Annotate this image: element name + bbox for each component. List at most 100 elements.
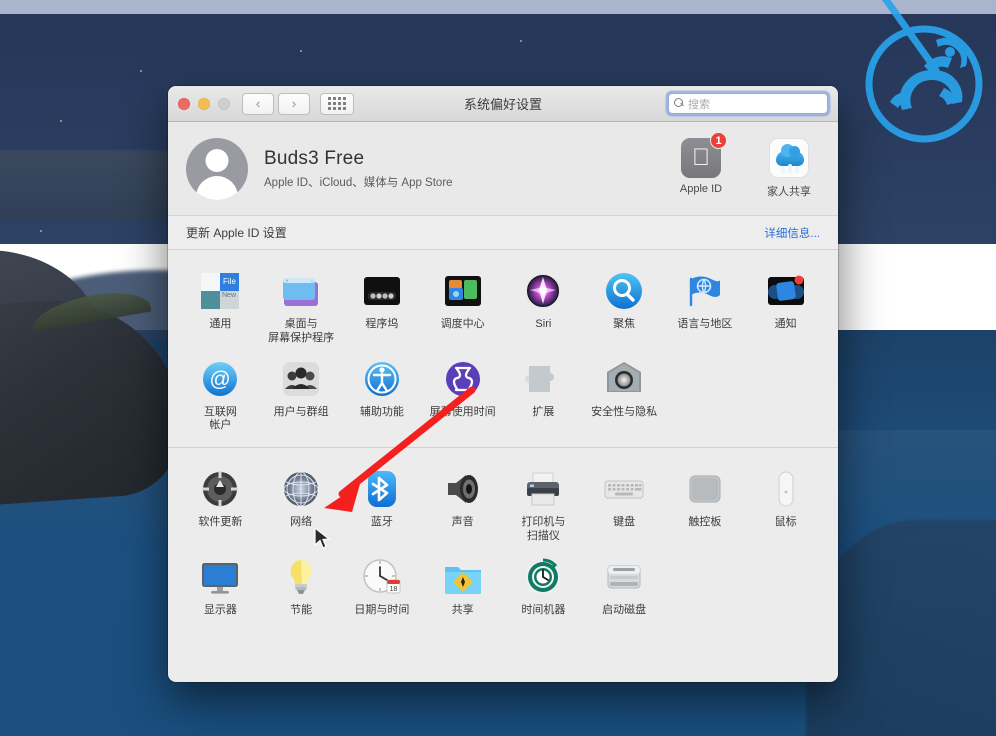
pref-pane-label: 共享	[451, 603, 474, 616]
desktop-screensaver-icon	[280, 270, 322, 312]
account-shortcuts:  1 Apple ID 家人共享	[670, 132, 820, 199]
trackpad-icon	[684, 468, 726, 510]
search-icon	[674, 98, 685, 109]
apple-id-icon:  1	[681, 132, 727, 178]
pref-pane-label: 程序坞	[365, 318, 399, 330]
general-icon: File New	[199, 270, 241, 312]
pref-pane-label: 调度中心	[440, 318, 485, 330]
pref-pane-users-groups[interactable]: 用户与群组	[261, 352, 342, 434]
search-field[interactable]: 搜索	[668, 93, 828, 114]
pref-family-sharing[interactable]: 家人共享	[758, 138, 820, 199]
startup-disk-icon	[603, 556, 645, 598]
family-sharing-icon	[769, 138, 809, 178]
pref-pane-internet-accounts[interactable]: @ 互联网 帐户	[180, 352, 261, 434]
pref-pane-security-privacy[interactable]: 安全性与隐私	[584, 352, 665, 434]
pref-pane-notifications[interactable]: 通知	[745, 264, 826, 346]
pref-pane-energy-saver[interactable]: 节能	[261, 550, 342, 630]
software-update-icon	[199, 468, 241, 510]
pref-pane-bluetooth[interactable]: 蓝牙	[342, 462, 423, 544]
pref-pane-dock[interactable]: 程序坞	[342, 264, 423, 346]
show-all-grid-button[interactable]	[320, 92, 354, 115]
pref-pane-label: 日期与时间	[354, 603, 410, 616]
svg-text:File: File	[223, 277, 236, 286]
network-icon	[280, 468, 322, 510]
pref-pane-network[interactable]: 网络	[261, 462, 342, 544]
pref-pane-label: 节能	[290, 603, 313, 616]
pref-family-sharing-label: 家人共享	[767, 186, 811, 198]
date-time-icon: 18	[361, 556, 403, 598]
accessibility-icon	[361, 358, 403, 400]
pref-pane-label: 互联网 帐户	[203, 405, 237, 432]
minimize-button[interactable]	[198, 97, 210, 110]
pref-pane-label: 屏幕使用时间	[429, 405, 496, 418]
pref-pane-label: 语言与地区	[677, 318, 733, 330]
svg-text:@: @	[210, 368, 231, 391]
pref-pane-startup-disk[interactable]: 启动磁盘	[584, 550, 665, 630]
desktop-background: ‹ › 系统偏好设置 搜索 Buds3 Free Apple ID、iCloud…	[0, 0, 996, 736]
pref-pane-extensions[interactable]: 扩展	[503, 352, 584, 434]
keyboard-icon	[603, 468, 645, 510]
account-name: Buds3 Free	[264, 147, 365, 169]
pref-pane-label: 网络	[290, 516, 313, 528]
pref-pane-accessibility[interactable]: 辅助功能	[342, 352, 423, 434]
notifications-icon	[765, 270, 807, 312]
close-button[interactable]	[178, 97, 190, 110]
system-preferences-window[interactable]: ‹ › 系统偏好设置 搜索 Buds3 Free Apple ID、iCloud…	[168, 86, 838, 682]
pref-pane-software-update[interactable]: 软件更新	[180, 462, 261, 544]
apple-logo-icon: 	[692, 146, 710, 170]
pref-pane-label: 通用	[209, 318, 232, 330]
apple-id-update-notice: 更新 Apple ID 设置 详细信息...	[168, 216, 838, 250]
apple-id-account-row[interactable]: Buds3 Free Apple ID、iCloud、媒体与 App Store…	[168, 122, 838, 216]
pref-pane-printers-scanners[interactable]: 打印机与 扫描仪	[503, 462, 584, 544]
displays-icon	[199, 556, 241, 598]
forward-button[interactable]: ›	[278, 92, 310, 115]
pref-pane-label: 聚焦	[613, 318, 636, 330]
traffic-light-group[interactable]	[178, 97, 230, 110]
users-groups-icon	[280, 358, 322, 400]
security-privacy-icon	[603, 358, 645, 400]
notice-details-link[interactable]: 详细信息...	[764, 225, 820, 241]
preferences-grid-hardware: 软件更新 网络 蓝牙 声音 打印机与 扫描仪 键盘 触控板 鼠标 显示器 节能 …	[168, 456, 838, 638]
pref-pane-siri[interactable]: Siri	[503, 264, 584, 346]
horseman-logo-watermark	[865, 0, 983, 143]
pref-pane-trackpad[interactable]: 触控板	[665, 462, 746, 544]
pref-apple-id-label: Apple ID	[679, 183, 723, 195]
account-subtitle: Apple ID、iCloud、媒体与 App Store	[264, 176, 453, 189]
pref-pane-label: Siri	[535, 318, 552, 330]
pref-pane-sound[interactable]: 声音	[422, 462, 503, 544]
pref-pane-spotlight[interactable]: 聚焦	[584, 264, 665, 346]
pref-pane-label: 鼠标	[774, 516, 797, 528]
extensions-icon	[522, 358, 564, 400]
pref-pane-mouse[interactable]: 鼠标	[745, 462, 826, 544]
avatar[interactable]	[186, 137, 248, 200]
time-machine-icon	[522, 556, 564, 598]
preferences-grid-personal: File New 通用 桌面与 屏幕保护程序 程序坞 调度中心 Siri 聚焦 …	[168, 258, 838, 441]
preferences-section-hardware: 软件更新 网络 蓝牙 声音 打印机与 扫描仪 键盘 触控板 鼠标 显示器 节能 …	[168, 448, 838, 638]
mouse-icon	[765, 468, 807, 510]
dock-icon	[361, 270, 403, 312]
pref-pane-general[interactable]: File New 通用	[180, 264, 261, 346]
pref-pane-label: 桌面与 屏幕保护程序	[268, 318, 335, 344]
pref-pane-keyboard[interactable]: 键盘	[584, 462, 665, 544]
window-titlebar[interactable]: ‹ › 系统偏好设置 搜索	[168, 86, 838, 122]
pref-apple-id[interactable]:  1 Apple ID	[670, 132, 732, 199]
back-button[interactable]: ‹	[242, 92, 274, 115]
language-region-icon	[684, 270, 726, 312]
account-text: Buds3 Free Apple ID、iCloud、媒体与 App Store	[264, 148, 453, 190]
pref-pane-mission-control[interactable]: 调度中心	[422, 264, 503, 346]
svg-text:New: New	[222, 292, 237, 299]
avatar-body-icon	[196, 175, 238, 200]
pref-pane-language-region[interactable]: 语言与地区	[665, 264, 746, 346]
spotlight-icon	[603, 270, 645, 312]
pref-pane-displays[interactable]: 显示器	[180, 550, 261, 630]
pref-pane-date-time[interactable]: 18 日期与时间	[342, 550, 423, 630]
navigation-buttons[interactable]: ‹ ›	[242, 92, 310, 115]
pref-pane-screen-time[interactable]: 屏幕使用时间	[422, 352, 503, 434]
pref-pane-time-machine[interactable]: 时间机器	[503, 550, 584, 630]
preferences-section-personal: File New 通用 桌面与 屏幕保护程序 程序坞 调度中心 Siri 聚焦 …	[168, 250, 838, 441]
pref-pane-label: 通知	[774, 318, 797, 330]
pref-pane-label: 键盘	[613, 516, 636, 528]
pref-pane-desktop-screensaver[interactable]: 桌面与 屏幕保护程序	[261, 264, 342, 346]
pref-pane-label: 时间机器	[521, 603, 566, 616]
pref-pane-sharing[interactable]: 共享	[422, 550, 503, 630]
